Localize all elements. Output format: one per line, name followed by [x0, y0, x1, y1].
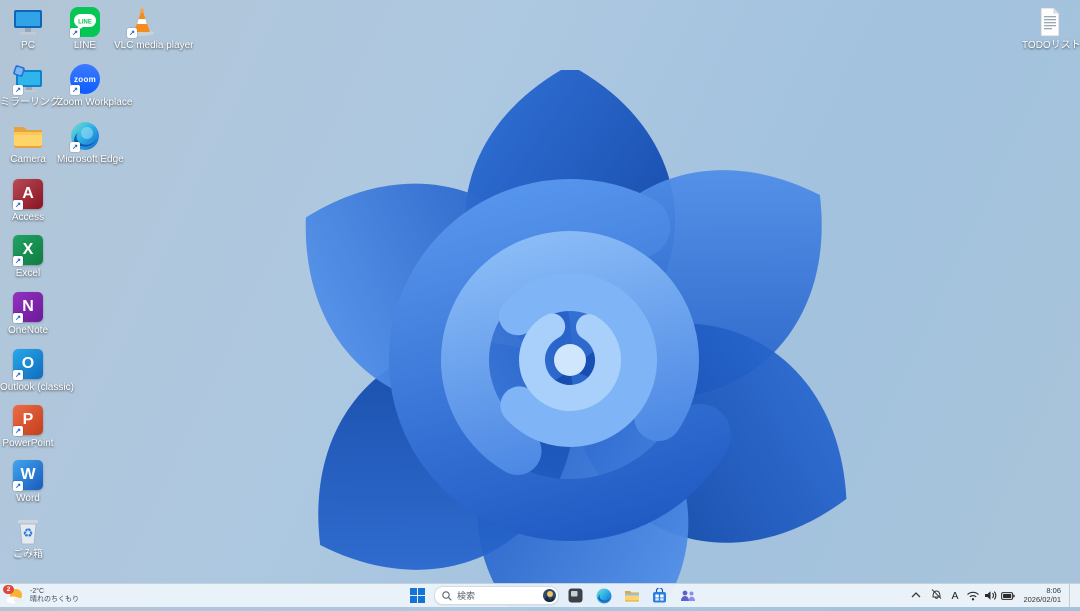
- show-desktop-button[interactable]: [1069, 584, 1074, 607]
- notification-badge: 2: [3, 584, 14, 594]
- icon-label: VLC media player: [114, 40, 194, 51]
- icon-label: PC: [21, 40, 35, 51]
- chevron-up-icon: [911, 591, 921, 597]
- desktop-icon-text-file[interactable]: TODOリスト20...: [1022, 5, 1080, 51]
- icon-label: ごみ箱: [13, 549, 43, 560]
- taskbar-file-explorer-button[interactable]: [620, 585, 643, 606]
- weather-condition: 晴れのちくもり: [30, 595, 79, 603]
- taskbar-edge-button[interactable]: [592, 585, 615, 606]
- icon-label: Camera: [10, 154, 46, 165]
- bell-slash-icon: [932, 588, 942, 599]
- desktop-icon-mirroring[interactable]: ↗ ミラーリング: [0, 62, 60, 108]
- desktop-icon-vlc[interactable]: ↗ VLC media player: [114, 5, 194, 51]
- search-icon: [442, 590, 452, 601]
- start-button[interactable]: [406, 585, 429, 606]
- folder-icon: [14, 127, 42, 148]
- search-placeholder: 検索: [457, 591, 476, 601]
- icon-label: Word: [16, 493, 40, 504]
- shortcut-arrow-icon: ↗: [13, 85, 23, 95]
- search-daily-image[interactable]: [543, 589, 556, 602]
- icon-label: OneNote: [7, 325, 49, 336]
- task-view-icon: [568, 588, 583, 603]
- battery-icon: [1001, 591, 1016, 600]
- file-explorer-icon: [624, 591, 639, 602]
- desktop-icon-recycle-bin[interactable]: ♻ ごみ箱: [0, 514, 56, 560]
- taskbar-teams-button[interactable]: [676, 585, 699, 606]
- windows-desktop: { "desktop": { "icons": [ {"label": "PC"…: [0, 0, 1080, 607]
- taskbar-store-button[interactable]: [648, 585, 671, 606]
- desktop-icon-word[interactable]: W ↗ Word: [0, 458, 56, 504]
- icon-label: Microsoft Edge: [57, 154, 124, 165]
- text-file-icon: [1040, 7, 1060, 37]
- shortcut-arrow-icon: ↗: [13, 313, 23, 323]
- clock-button[interactable]: 8:06 2026/02/01: [1023, 586, 1061, 604]
- shortcut-arrow-icon: ↗: [13, 256, 23, 266]
- microsoft-store-icon: [653, 588, 666, 603]
- pc-monitor-icon: [14, 9, 42, 34]
- quick-settings-button[interactable]: [966, 590, 1016, 601]
- icon-label: Outlook (classic): [0, 382, 74, 393]
- shortcut-arrow-icon: ↗: [13, 481, 23, 491]
- shortcut-arrow-icon: ↗: [13, 200, 23, 210]
- desktop-icon-onenote[interactable]: N ↗ OneNote: [0, 290, 56, 336]
- icon-label: PowerPoint: [2, 438, 54, 449]
- tray-overflow-button[interactable]: [910, 587, 922, 605]
- shortcut-arrow-icon: ↗: [70, 142, 80, 152]
- tray-notifications-off-button[interactable]: [930, 587, 943, 605]
- weather-icon: 2: [3, 584, 25, 606]
- ime-mode-button[interactable]: A: [951, 590, 958, 602]
- edge-icon: [596, 588, 611, 603]
- taskbar: 2 -2°C 晴れのちくもり 検索 A 8:06 2026/02/01: [0, 583, 1080, 607]
- icon-label: Access: [11, 212, 45, 223]
- svg-text:♻: ♻: [23, 526, 34, 540]
- weather-temperature: -2°C: [30, 587, 45, 595]
- desktop-icon-access[interactable]: A ↗ Access: [0, 177, 56, 223]
- shortcut-arrow-icon: ↗: [13, 370, 23, 380]
- icon-label: LINE: [73, 40, 97, 51]
- desktop-icon-excel[interactable]: X ↗ Excel: [0, 233, 56, 279]
- shortcut-arrow-icon: ↗: [70, 85, 80, 95]
- wifi-icon: [967, 591, 980, 601]
- desktop-icon-outlook[interactable]: O ↗ Outlook (classic): [0, 347, 74, 393]
- icon-label: Zoom Workplace: [57, 97, 133, 108]
- icon-label: ミラーリング: [0, 97, 60, 108]
- shortcut-arrow-icon: ↗: [70, 28, 80, 38]
- shortcut-arrow-icon: ↗: [13, 426, 23, 436]
- desktop-icon-pc[interactable]: PC: [0, 5, 56, 51]
- search-box[interactable]: 検索: [434, 586, 559, 605]
- teams-people-icon: [680, 590, 695, 601]
- icon-label: TODOリスト20...: [1022, 40, 1080, 51]
- shortcut-arrow-icon: ↗: [127, 28, 137, 38]
- wallpaper-bloom-image: [305, 70, 847, 607]
- desktop-icon-line[interactable]: LINE ↗ LINE: [57, 5, 113, 51]
- recycle-bin-icon: ♻: [18, 520, 38, 545]
- task-view-button[interactable]: [564, 585, 587, 606]
- svg-text:LINE: LINE: [78, 20, 92, 26]
- widgets-weather-button[interactable]: 2 -2°C 晴れのちくもり: [3, 584, 79, 607]
- windows-logo-icon: [410, 588, 425, 603]
- desktop-icon-edge[interactable]: ↗ Microsoft Edge: [57, 119, 124, 165]
- tray-date: 2026/02/01: [1023, 594, 1061, 604]
- desktop-icon-powerpoint[interactable]: P ↗ PowerPoint: [0, 403, 56, 449]
- volume-icon: [985, 591, 997, 600]
- desktop-icon-zoom[interactable]: zoom ↗ Zoom Workplace: [57, 62, 133, 108]
- icon-label: Excel: [15, 268, 41, 279]
- desktop-icon-camera-folder[interactable]: Camera: [0, 119, 56, 165]
